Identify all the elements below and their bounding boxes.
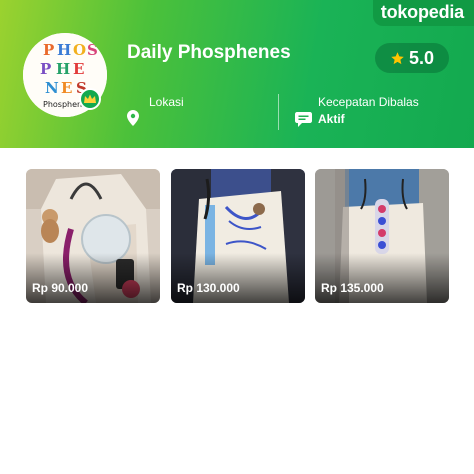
logo-letter: P (43, 41, 54, 59)
chat-bubble-icon (295, 112, 312, 127)
product-price: Rp 90.000 (32, 281, 89, 295)
logo-letter: P (40, 60, 51, 78)
logo-letter: E (73, 60, 84, 78)
product-card[interactable]: Rp 135.000 (315, 169, 449, 303)
logo-letter: E (61, 79, 72, 97)
response-speed-label: Kecepatan Dibalas (318, 95, 419, 109)
info-divider (278, 94, 279, 130)
store-name[interactable]: Daily Phosphenes (127, 42, 291, 64)
location-pin-icon (127, 110, 139, 126)
product-price: Rp 135.000 (321, 281, 384, 295)
location-label: Lokasi (149, 95, 184, 109)
product-card[interactable]: Rp 90.000 (26, 169, 160, 303)
logo-letter: N (45, 79, 59, 97)
price-overlay (171, 253, 305, 303)
crown-icon (79, 88, 101, 110)
logo-letter: H (57, 41, 71, 59)
store-header: tokopedia P H O S P H E N E S Phosphenes… (0, 0, 474, 148)
tokopedia-logo: tokopedia (372, 0, 474, 26)
rating-value: 5.0 (408, 47, 435, 68)
logo-letter: S (87, 41, 98, 59)
logo-letter: O (73, 41, 86, 59)
price-overlay (26, 253, 160, 303)
price-overlay (315, 253, 449, 303)
star-icon (391, 51, 404, 64)
product-price: Rp 130.000 (177, 281, 240, 295)
response-speed-value: Aktif (318, 112, 345, 126)
logo-letter: H (56, 60, 70, 78)
product-card[interactable]: Rp 130.000 (171, 169, 305, 303)
rating-pill[interactable]: 5.0 (375, 43, 449, 73)
